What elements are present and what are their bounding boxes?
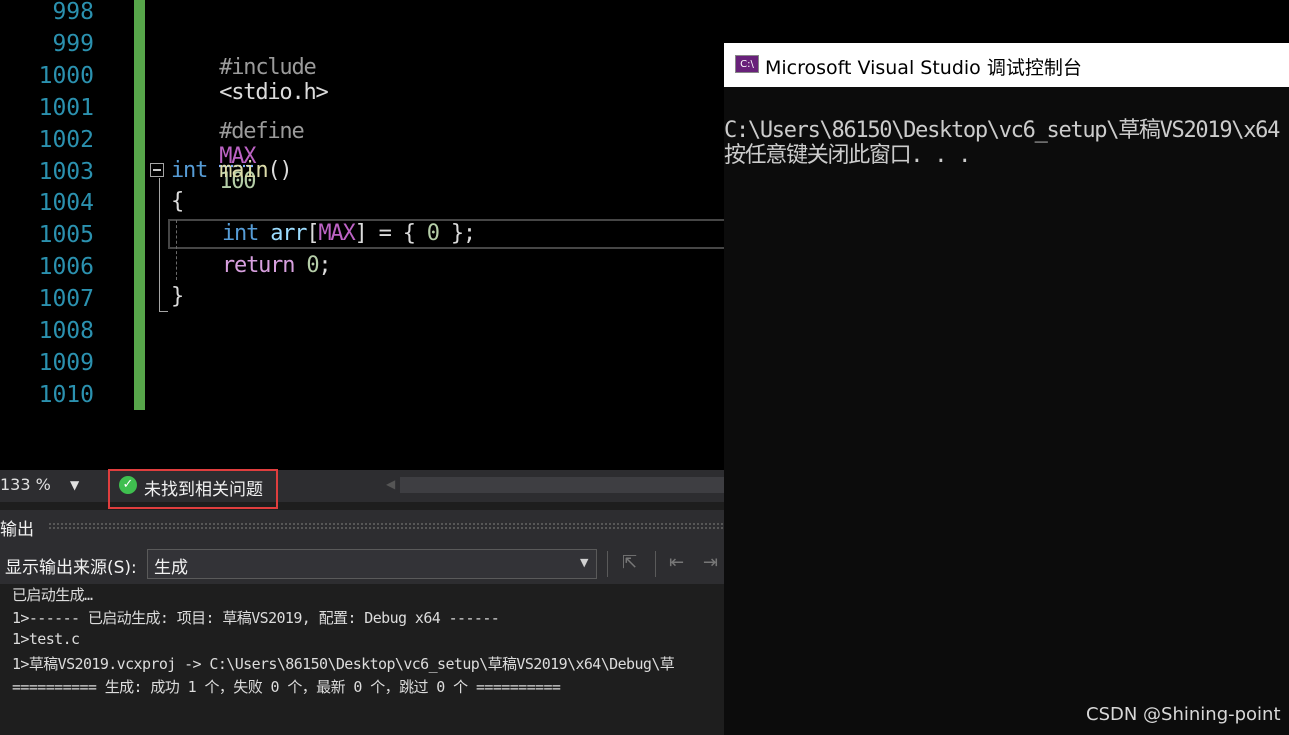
preprocessor-keyword: #include xyxy=(219,55,317,80)
output-line: 已启动生成… xyxy=(12,586,93,604)
next-message-icon[interactable]: ⇥ xyxy=(703,552,718,573)
output-panel-title: 输出 xyxy=(0,520,34,540)
line-number: 1001 xyxy=(38,95,94,121)
bracket: [ xyxy=(306,221,319,246)
line-number: 999 xyxy=(52,31,94,57)
variable-name: arr xyxy=(270,221,307,246)
chevron-down-icon[interactable]: ▼ xyxy=(580,556,588,569)
line-number: 1006 xyxy=(38,254,94,280)
horizontal-scrollbar[interactable] xyxy=(400,477,724,493)
line-number: 1003 xyxy=(38,159,94,185)
preprocessor-keyword: #define xyxy=(219,119,305,144)
highlight-box xyxy=(108,469,278,509)
console-title: Microsoft Visual Studio 调试控制台 xyxy=(765,57,1082,79)
code-line-define[interactable]: #define MAX 100 xyxy=(171,94,305,219)
toolbar-separator xyxy=(655,551,656,577)
statement-end: }; xyxy=(438,221,476,246)
console-output-line: 按任意键关闭此窗口. . . xyxy=(724,143,971,168)
change-indicator-bar xyxy=(134,0,145,410)
line-number: 1009 xyxy=(38,350,94,376)
number-literal: 0 xyxy=(426,221,440,246)
zoom-level[interactable]: 133 % xyxy=(0,475,51,494)
output-line: 1>草稿VS2019.vcxproj -> C:\Users\86150\Des… xyxy=(12,655,675,673)
type-keyword: int xyxy=(171,158,208,183)
background-area xyxy=(724,0,1289,43)
watermark: CSDN @Shining-point xyxy=(1086,704,1281,725)
line-number: 1004 xyxy=(38,190,94,216)
close-brace[interactable]: } xyxy=(171,284,184,309)
output-source-value: 生成 xyxy=(154,558,188,578)
collapse-icon[interactable] xyxy=(150,163,164,177)
code-line-array[interactable]: int arr[MAX] = { 0 }; xyxy=(222,221,476,246)
line-number: 1002 xyxy=(38,127,94,153)
find-message-icon[interactable]: ⇱ xyxy=(622,552,637,573)
line-number: 1008 xyxy=(38,318,94,344)
line-number: 1000 xyxy=(38,63,94,89)
console-app-icon: C:\ xyxy=(735,55,759,73)
panel-drag-grip[interactable] xyxy=(48,522,724,530)
output-source-label: 显示输出来源(S): xyxy=(5,558,137,578)
code-line-main[interactable]: int main() xyxy=(171,158,293,183)
function-name: main xyxy=(219,158,268,183)
output-text-area[interactable]: 已启动生成… 1>------ 已启动生成: 项目: 草稿VS2019, 配置:… xyxy=(0,584,724,735)
operator: ] = { xyxy=(354,221,427,246)
previous-message-icon[interactable]: ⇤ xyxy=(669,552,684,573)
macro-ref: MAX xyxy=(318,221,355,246)
output-line: 1>------ 已启动生成: 项目: 草稿VS2019, 配置: Debug … xyxy=(12,609,500,627)
open-brace[interactable]: { xyxy=(171,189,184,214)
indent-guide xyxy=(176,220,177,280)
fold-guide xyxy=(159,178,160,312)
line-number: 1010 xyxy=(38,382,94,408)
line-number: 1005 xyxy=(38,222,94,248)
type-keyword: int xyxy=(222,221,259,246)
code-line-return[interactable]: return 0; xyxy=(222,253,332,278)
code-editor[interactable]: 998 999 1000 1001 1002 1003 1004 1005 10… xyxy=(0,0,724,470)
scroll-left-icon[interactable]: ◀ xyxy=(386,477,395,491)
output-line: 1>test.c xyxy=(12,630,80,648)
output-source-select[interactable] xyxy=(147,549,597,579)
output-line: ========== 生成: 成功 1 个，失败 0 个，最新 0 个，跳过 0… xyxy=(12,678,561,696)
line-number: 1007 xyxy=(38,286,94,312)
parens: () xyxy=(267,158,292,183)
zoom-dropdown-icon[interactable]: ▼ xyxy=(70,478,79,492)
statement-end: ; xyxy=(318,253,331,278)
line-number: 998 xyxy=(52,0,94,25)
number-literal: 0 xyxy=(306,253,319,278)
return-keyword: return xyxy=(222,253,295,278)
fold-guide-end xyxy=(159,311,168,312)
toolbar-separator xyxy=(607,551,608,577)
